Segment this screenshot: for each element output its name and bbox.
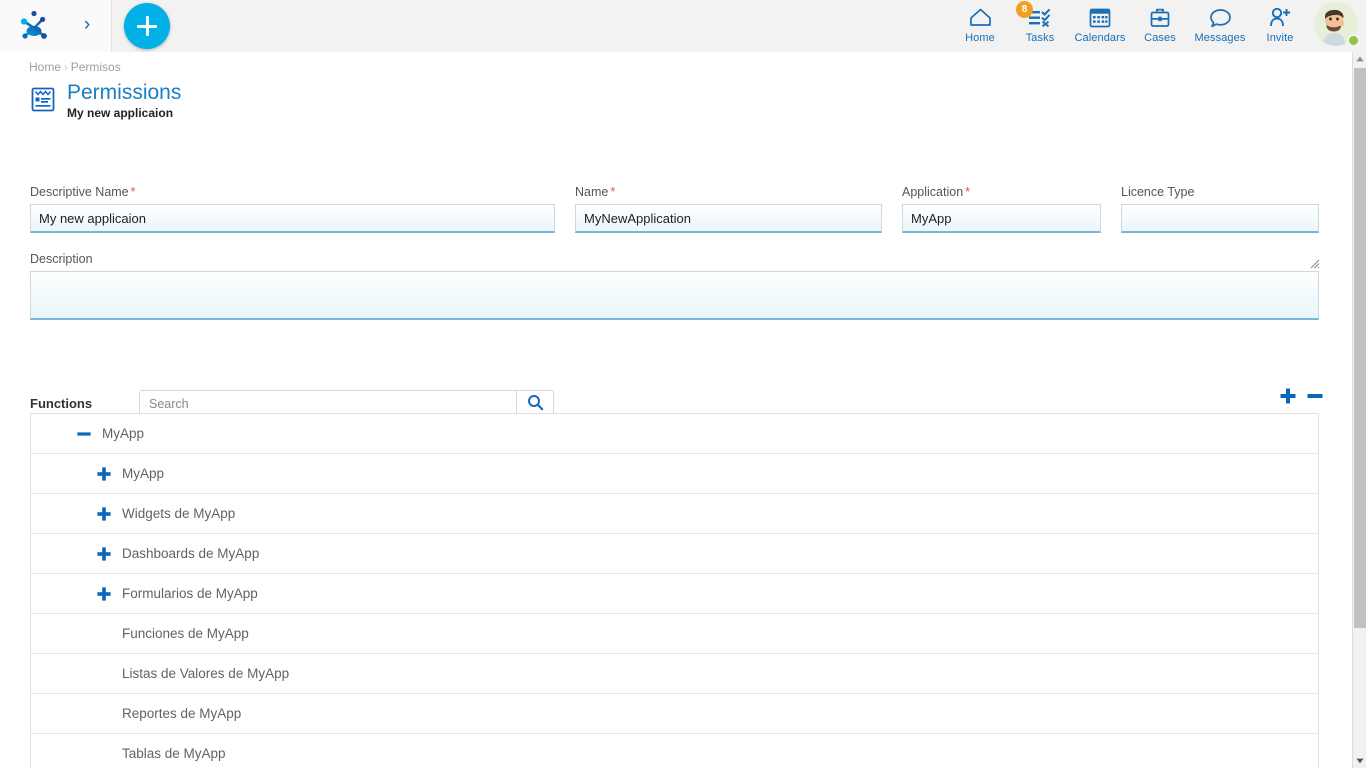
tree-row[interactable]: Formularios de MyApp <box>31 574 1318 614</box>
label-name: Name* <box>575 185 615 199</box>
page-content: Home›Permisos Permissions My new applica… <box>0 52 1352 768</box>
tree-row-label: Tablas de MyApp <box>122 746 226 761</box>
search-icon <box>527 394 544 414</box>
nav-item-calendars[interactable]: Calendars <box>1070 0 1130 52</box>
nav-item-cases[interactable]: Cases <box>1130 0 1190 52</box>
resize-handle-icon[interactable] <box>1310 256 1320 266</box>
tree-row-label: Dashboards de MyApp <box>122 546 259 561</box>
nav-label-calendars: Calendars <box>1074 32 1125 44</box>
breadcrumb: Home›Permisos <box>29 60 121 74</box>
breadcrumb-separator-icon: › <box>64 62 68 74</box>
page-scrollbar[interactable] <box>1352 52 1366 768</box>
nav-item-invite[interactable]: Invite <box>1250 0 1310 52</box>
breadcrumb-home[interactable]: Home <box>29 60 61 74</box>
nav-label-messages: Messages <box>1195 32 1246 44</box>
tree-row[interactable]: Tablas de MyApp <box>31 734 1318 768</box>
briefcase-icon <box>1148 5 1172 29</box>
invite-icon <box>1267 5 1293 29</box>
licence-type-input[interactable] <box>1121 204 1319 233</box>
name-input[interactable] <box>575 204 882 233</box>
logo-cell[interactable]: › <box>0 0 112 52</box>
tree-row[interactable]: MyApp <box>31 454 1318 494</box>
description-textarea[interactable] <box>30 271 1319 320</box>
minus-icon <box>1306 387 1324 408</box>
nav-label-tasks: Tasks <box>1026 32 1055 44</box>
remove-function-button[interactable] <box>1304 386 1326 408</box>
label-descriptive-name: Descriptive Name* <box>30 185 136 199</box>
tree-row-label: MyApp <box>102 426 144 441</box>
required-marker: * <box>610 185 615 199</box>
avatar[interactable] <box>1314 2 1360 48</box>
descriptive-name-input[interactable] <box>30 204 555 233</box>
top-navigation-bar: › Home 8 Task <box>0 0 1366 52</box>
sidebar-expand-chevron-icon[interactable]: › <box>74 12 100 38</box>
tree-row-label: Widgets de MyApp <box>122 506 235 521</box>
tree-expand-plus-icon[interactable] <box>93 463 115 485</box>
page-header: Permissions My new applicaion <box>29 82 181 120</box>
home-icon <box>968 5 993 29</box>
page-subtitle: My new applicaion <box>67 106 181 120</box>
nav-label-cases: Cases <box>1144 32 1176 44</box>
add-new-button[interactable] <box>124 3 170 49</box>
tree-expand-plus-icon[interactable] <box>93 503 115 525</box>
nav-item-tasks[interactable]: 8 Tasks <box>1010 0 1070 52</box>
required-marker: * <box>965 185 970 199</box>
permissions-form-icon <box>29 85 57 113</box>
tree-row-label: Formularios de MyApp <box>122 586 258 601</box>
calendar-icon <box>1088 5 1112 29</box>
application-input[interactable] <box>902 204 1101 233</box>
status-indicator-online <box>1347 34 1360 47</box>
tree-expand-plus-icon[interactable] <box>93 583 115 605</box>
message-icon <box>1208 5 1233 29</box>
tree-row[interactable]: Dashboards de MyApp <box>31 534 1318 574</box>
tree-row[interactable]: MyApp <box>31 414 1318 454</box>
tree-row-label: Listas de Valores de MyApp <box>122 666 289 681</box>
tree-row-label: Reportes de MyApp <box>122 706 241 721</box>
tree-expand-plus-icon[interactable] <box>93 543 115 565</box>
nav-item-messages[interactable]: Messages <box>1190 0 1250 52</box>
add-function-button[interactable] <box>1277 386 1299 408</box>
breadcrumb-current: Permisos <box>71 60 121 74</box>
tree-collapse-minus-icon[interactable] <box>73 423 95 445</box>
tasks-badge: 8 <box>1016 1 1033 18</box>
functions-tree: MyApp MyApp Widgets de MyApp Dashboards de … <box>30 413 1319 768</box>
label-description: Description <box>30 252 93 266</box>
label-licence-type: Licence Type <box>1121 185 1194 199</box>
nav-label-home: Home <box>965 32 995 44</box>
required-marker: * <box>131 185 136 199</box>
label-application: Application* <box>902 185 970 199</box>
plus-icon <box>1279 387 1297 408</box>
scrollbar-thumb[interactable] <box>1354 68 1366 628</box>
nav-label-invite: Invite <box>1267 32 1294 44</box>
tree-row-label: Funciones de MyApp <box>122 626 249 641</box>
tree-row[interactable]: Widgets de MyApp <box>31 494 1318 534</box>
scrollbar-down-arrow-icon[interactable] <box>1353 754 1366 768</box>
tree-row-label: MyApp <box>122 466 164 481</box>
functions-section-label: Functions <box>30 396 92 411</box>
tree-row[interactable]: Listas de Valores de MyApp <box>31 654 1318 694</box>
tree-row[interactable]: Reportes de MyApp <box>31 694 1318 734</box>
app-logo[interactable] <box>18 9 50 48</box>
nav-item-home[interactable]: Home <box>950 0 1010 52</box>
top-nav-items: Home 8 Tasks <box>950 0 1362 52</box>
tree-row[interactable]: Funciones de MyApp <box>31 614 1318 654</box>
page-title: Permissions <box>67 82 181 104</box>
scrollbar-up-arrow-icon[interactable] <box>1353 52 1366 66</box>
